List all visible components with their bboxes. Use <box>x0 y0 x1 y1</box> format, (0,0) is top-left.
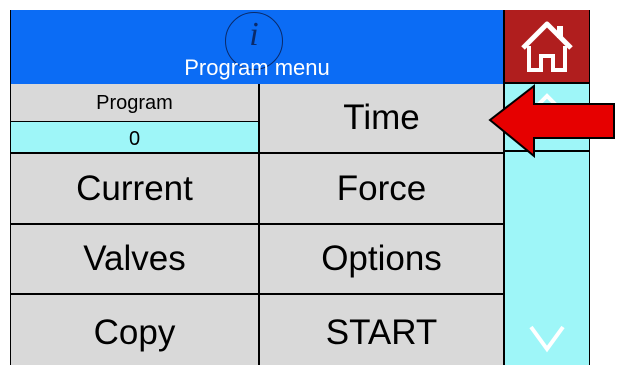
header-bar: i Program menu <box>11 10 503 86</box>
program-value-field[interactable]: 0 <box>11 122 258 154</box>
start-button[interactable]: START <box>258 295 503 365</box>
scroll-down-button[interactable] <box>505 305 589 365</box>
force-button[interactable]: Force <box>258 154 503 225</box>
options-button[interactable]: Options <box>258 225 503 295</box>
menu-grid: Program 0 Time Current Force Valves Opti… <box>11 84 503 365</box>
time-button[interactable]: Time <box>258 84 503 154</box>
home-icon <box>521 21 573 72</box>
valves-button[interactable]: Valves <box>11 225 258 295</box>
program-label: Program <box>11 84 258 122</box>
program-menu-screen: i Program menu Program 0 Time Current Fo… <box>10 10 590 365</box>
chevron-down-icon <box>529 325 565 353</box>
red-arrow-icon <box>488 84 615 159</box>
program-selector[interactable]: Program 0 <box>11 84 258 154</box>
copy-button[interactable]: Copy <box>11 295 258 365</box>
current-button[interactable]: Current <box>11 154 258 225</box>
home-button[interactable] <box>503 10 589 84</box>
page-title: Program menu <box>184 55 330 80</box>
